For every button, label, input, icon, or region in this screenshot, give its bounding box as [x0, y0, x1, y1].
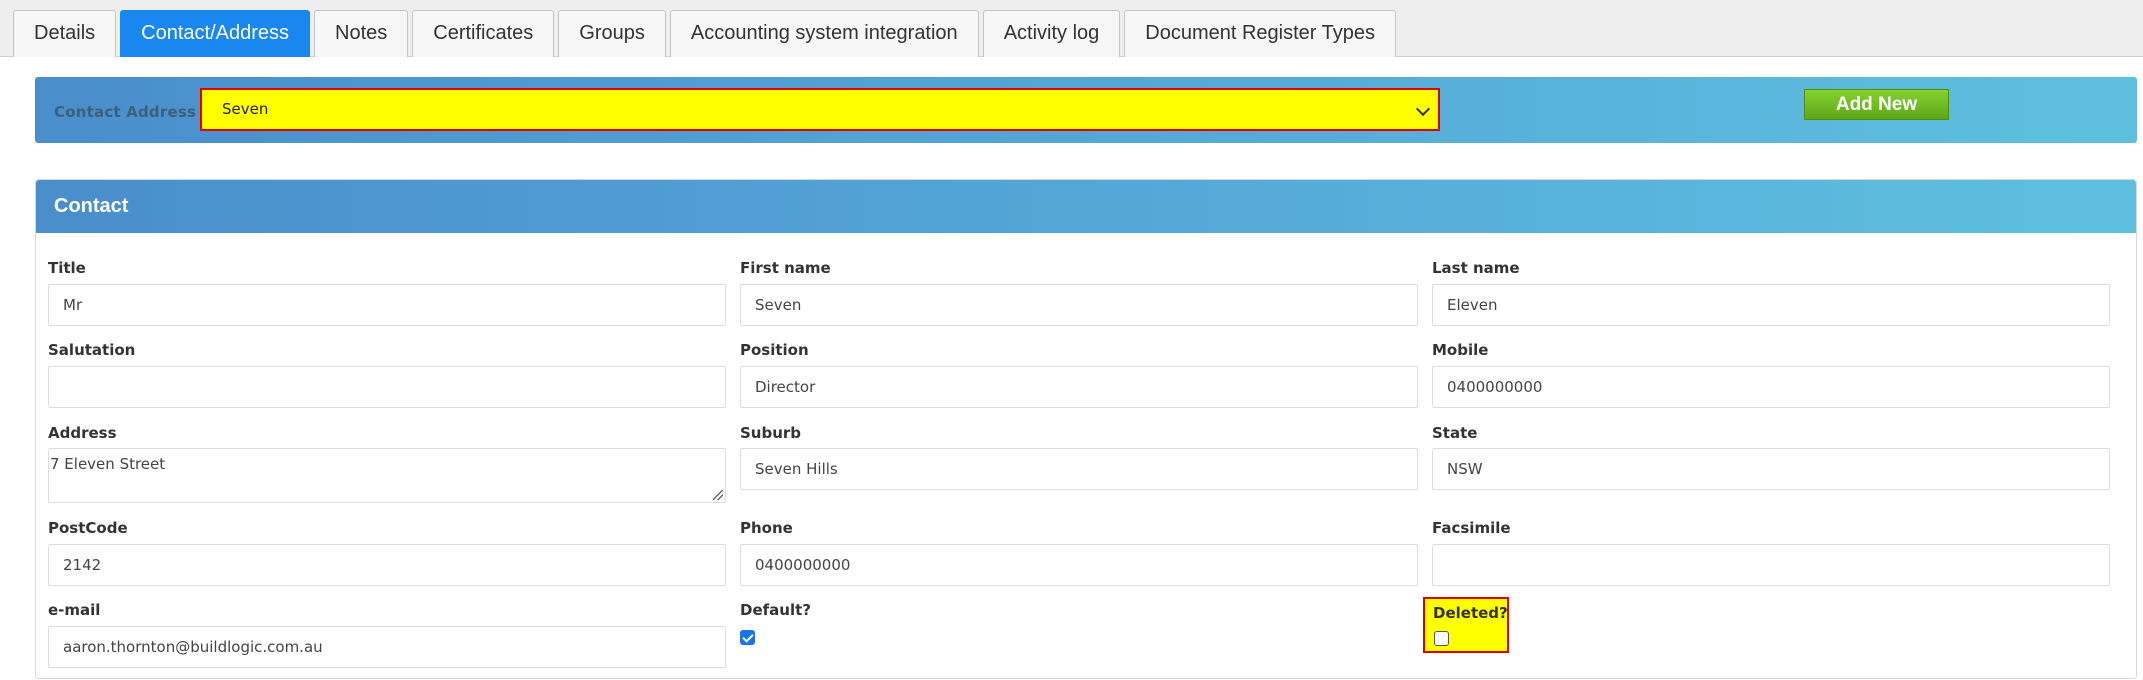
mobile-label: Mobile: [1432, 341, 1489, 359]
tab-certificates[interactable]: Certificates: [412, 10, 555, 57]
state-input[interactable]: NSW: [1432, 448, 2110, 490]
position-input[interactable]: Director: [740, 366, 1418, 408]
tab-document-register-types[interactable]: Document Register Types: [1124, 10, 1397, 57]
tab-contact-address[interactable]: Contact/Address: [120, 10, 310, 57]
phone-label: Phone: [740, 519, 793, 537]
postcode-label: PostCode: [48, 519, 128, 537]
suburb-label: Suburb: [740, 424, 802, 442]
contact-panel: Contact Title Mr First name Seven Last n…: [35, 179, 2137, 679]
tab-accounting-system-integration[interactable]: Accounting system integration: [669, 10, 979, 57]
default-label: Default?: [740, 601, 811, 619]
email-label: e-mail: [48, 601, 101, 619]
address-label: Address: [48, 424, 117, 442]
position-label: Position: [740, 341, 809, 359]
panel-title: Contact: [54, 195, 129, 217]
first-name-input[interactable]: Seven: [740, 284, 1418, 326]
last-name-input[interactable]: Eleven: [1432, 284, 2110, 326]
resize-handle-icon[interactable]: [713, 490, 723, 500]
add-new-button[interactable]: Add New: [1804, 89, 1949, 120]
salutation-input[interactable]: [48, 366, 726, 408]
deleted-checkbox[interactable]: [1434, 631, 1449, 646]
contact-address-selected-value: Seven: [222, 100, 269, 118]
chevron-down-icon: [1415, 101, 1431, 117]
default-checkbox[interactable]: [740, 630, 755, 645]
facsimile-label: Facsimile: [1432, 519, 1511, 537]
tab-bar: Details Contact/Address Notes Certificat…: [0, 0, 2143, 57]
contact-panel-header: Contact: [36, 180, 2136, 233]
tab-list: Details Contact/Address Notes Certificat…: [13, 10, 1400, 57]
email-input[interactable]: aaron.thornton@buildlogic.com.au: [48, 626, 726, 668]
postcode-input[interactable]: 2142: [48, 544, 726, 586]
title-label: Title: [48, 259, 86, 277]
suburb-input[interactable]: Seven Hills: [740, 448, 1418, 490]
tab-activity-log[interactable]: Activity log: [982, 10, 1121, 57]
mobile-input[interactable]: 0400000000: [1432, 366, 2110, 408]
address-textarea[interactable]: 7 Eleven Street: [48, 448, 726, 503]
contact-address-select[interactable]: Seven: [200, 88, 1440, 131]
salutation-label: Salutation: [48, 341, 136, 359]
deleted-highlight-box: Deleted?: [1423, 597, 1509, 653]
tab-groups[interactable]: Groups: [558, 10, 666, 57]
tab-details[interactable]: Details: [13, 10, 117, 57]
tab-notes[interactable]: Notes: [314, 10, 409, 57]
title-input[interactable]: Mr: [48, 284, 726, 326]
deleted-label: Deleted?: [1433, 604, 1508, 622]
address-value: 7 Eleven Street: [50, 455, 166, 473]
last-name-label: Last name: [1432, 259, 1520, 277]
state-label: State: [1432, 424, 1478, 442]
first-name-label: First name: [740, 259, 831, 277]
facsimile-input[interactable]: [1432, 544, 2110, 586]
phone-input[interactable]: 0400000000: [740, 544, 1418, 586]
contact-address-selector-bar: Contact Address for Seven Add New: [35, 77, 2137, 143]
